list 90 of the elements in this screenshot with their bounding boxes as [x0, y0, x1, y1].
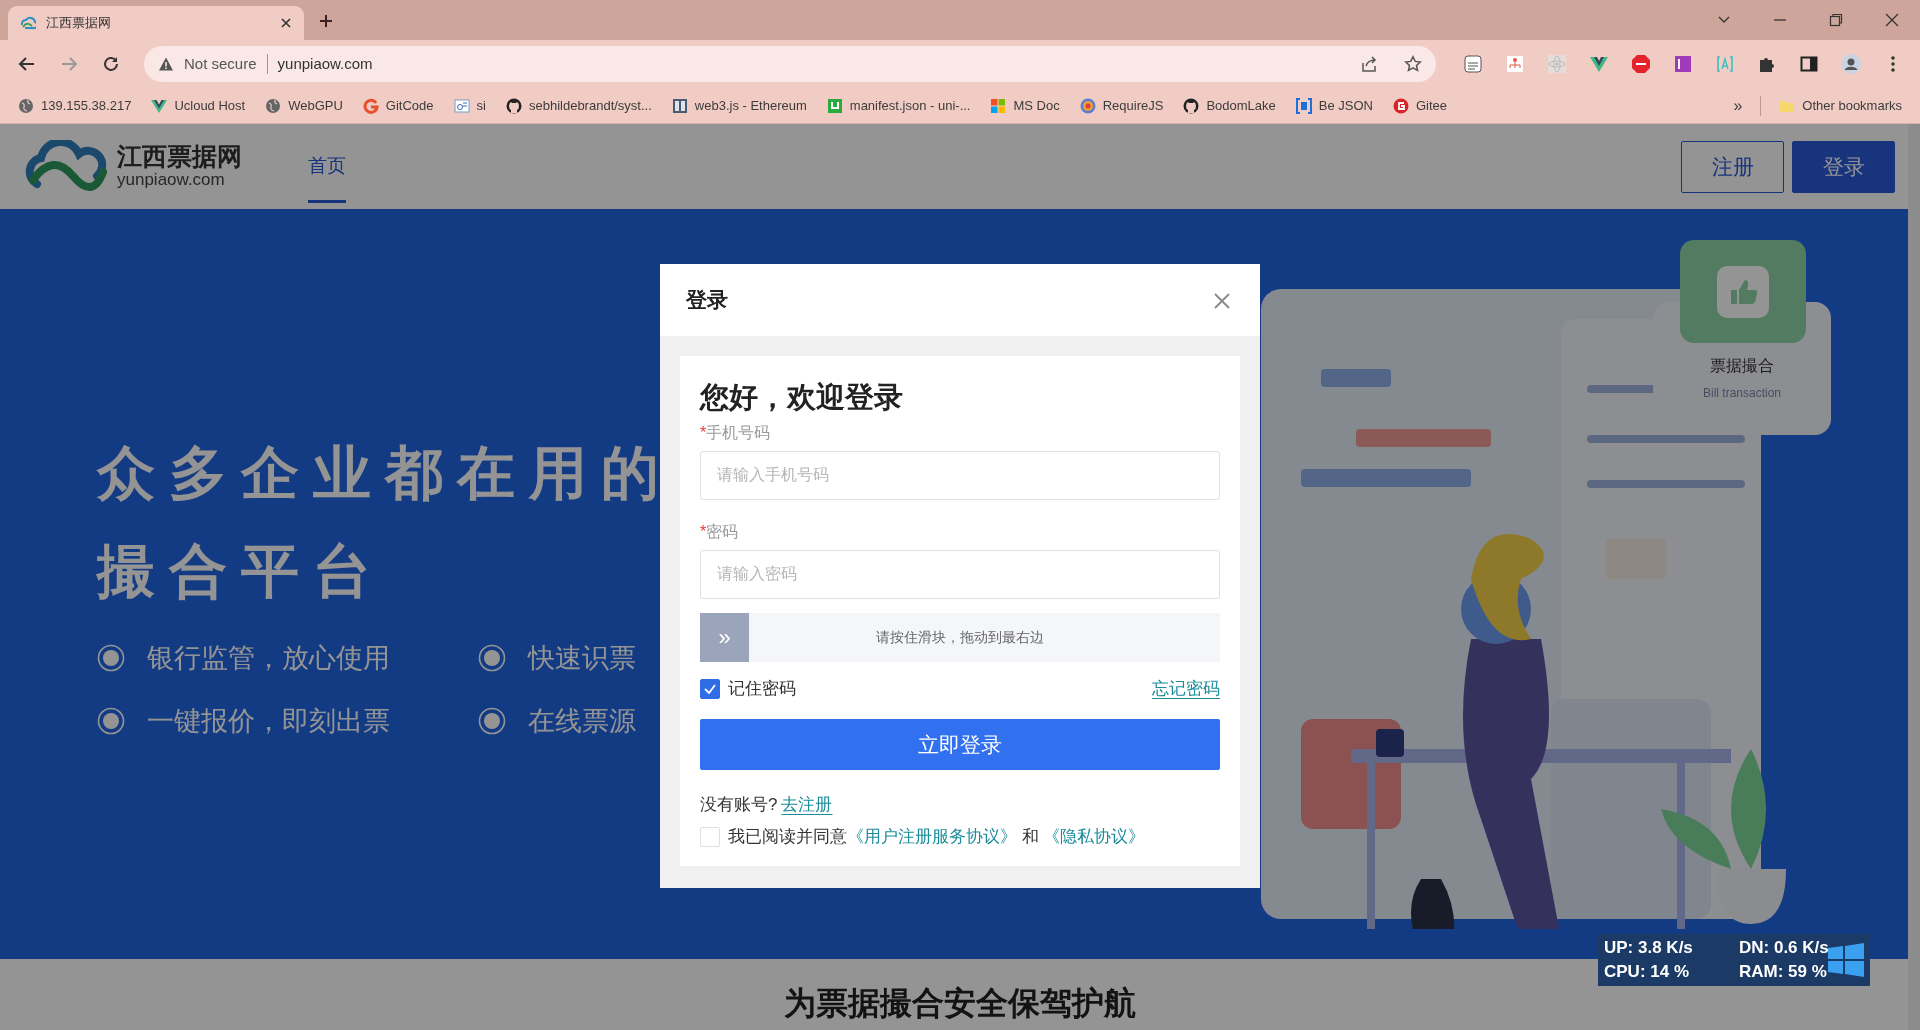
dialog-title: 登录 [686, 287, 728, 314]
monitor-reading: CPU: 14 % [1604, 961, 1691, 983]
slider-hint: 请按住滑块，拖动到最右边 [876, 627, 1044, 647]
thumbs-up-icon [1717, 265, 1769, 318]
radio-dot-icon [478, 706, 506, 735]
globe-icon [18, 97, 34, 114]
bookmark[interactable]: web3.js - Ethereum [663, 92, 815, 119]
square-icon[interactable] [1673, 54, 1693, 74]
bookmark[interactable]: Be JSON [1287, 92, 1381, 119]
feature-text: 银行监管，放心使用 [147, 642, 390, 675]
site-name: 江西票据网 [117, 143, 242, 171]
four-squares-icon [990, 97, 1007, 114]
register-prompt: 没有账号? [700, 794, 778, 817]
scrollbar[interactable] [1908, 124, 1920, 1030]
register-link[interactable]: 去注册 [781, 792, 833, 818]
v-shape-icon [151, 97, 168, 114]
close-icon[interactable] [1884, 12, 1900, 28]
privacy-link[interactable]: 《隐私协议》 [1043, 826, 1146, 846]
bookmark-folder[interactable]: Other bookmarks [1771, 92, 1910, 119]
plus-icon[interactable] [318, 12, 334, 29]
browser-tab[interactable]: 江西票据网 [8, 6, 304, 40]
bookmark[interactable]: 139.155.38.217 [10, 92, 140, 119]
bookmark[interactable]: Gitee [1385, 92, 1456, 119]
bookmark[interactable]: BodomLake [1175, 92, 1284, 119]
bookmark[interactable]: MS Doc [982, 92, 1068, 119]
radio-dot-icon [97, 644, 125, 673]
section-title: 为票据撮合安全保驾护航 [784, 985, 1136, 1021]
bookmark[interactable]: manifest.json - uni-... [818, 92, 979, 119]
feature-text: 快速识票 [528, 642, 636, 675]
more-bookmarks-button[interactable]: » [1725, 90, 1751, 121]
submit-button[interactable]: 立即登录 [700, 719, 1220, 771]
cloud-logo-icon [25, 139, 109, 194]
bookmark[interactable]: RequireJS [1071, 92, 1172, 119]
feature-text: 在线票源 [528, 704, 636, 738]
globe-icon [265, 97, 282, 114]
agreement-text: 我已阅读并同意《用户注册服务协议》 和 《隐私协议》 [728, 825, 1146, 848]
bookmark[interactable]: GitCode [354, 92, 442, 119]
window-logo-icon [1826, 940, 1866, 980]
close-icon[interactable] [280, 17, 292, 29]
slider-track[interactable]: » 请按住滑块，拖动到最右边 [700, 612, 1220, 662]
card-title: 票据撮合 [1709, 356, 1775, 376]
avatar-icon[interactable] [1841, 54, 1861, 74]
monitor-reading: RAM: 59 % [1739, 961, 1828, 983]
document-icon [453, 97, 470, 114]
site-logo-icon [20, 15, 36, 31]
warning-icon [158, 56, 174, 72]
restore-icon[interactable] [1828, 12, 1844, 28]
field-label: *手机号码 [700, 422, 772, 443]
radio-dot-icon [97, 706, 125, 735]
welcome-heading: 您好，欢迎登录 [700, 380, 904, 415]
radio-dot-icon [478, 644, 506, 673]
checkmark-icon [704, 683, 716, 694]
share-icon[interactable] [1360, 55, 1378, 73]
nav-link[interactable]: 首页 [308, 129, 346, 204]
star-icon[interactable] [1404, 55, 1422, 73]
bookmark[interactable]: Ucloud Host [143, 92, 254, 119]
bracket-icon [1295, 97, 1312, 114]
bookmark[interactable]: si [445, 92, 494, 119]
v-shape-icon[interactable] [1589, 54, 1609, 74]
octagon-icon[interactable] [1631, 54, 1651, 74]
input-field[interactable]: 请输入密码 [700, 549, 1220, 599]
card-subtitle: Bill transaction [1701, 385, 1782, 402]
bookmark[interactable]: sebhildebrandt/syst... [497, 92, 660, 119]
checkbox[interactable] [700, 678, 720, 699]
terms-link[interactable]: 《用户注册服务协议》 [847, 826, 1017, 846]
register-button[interactable]: 注册 [1681, 140, 1784, 193]
hero-title: 撮合平台 [97, 537, 385, 605]
hierarchy-icon[interactable] [1505, 54, 1525, 74]
hero-title: 众多企业都在用的 [97, 439, 673, 507]
arc-icon [362, 97, 379, 114]
input-field[interactable]: 请输入手机号码 [700, 450, 1220, 500]
reload-icon[interactable] [101, 54, 121, 74]
url-text: yunpiaow.com [277, 53, 373, 74]
circle-icon [1393, 97, 1409, 114]
document-icon[interactable] [1463, 54, 1483, 74]
monitor-reading: UP: 3.8 K/s [1604, 937, 1694, 959]
forgot-password-link[interactable]: 忘记密码 [1152, 675, 1220, 702]
feature-text: 一键报价，即刻出票 [147, 704, 390, 738]
field-label: *密码 [700, 521, 740, 542]
monitor-reading: DN: 0.6 K/s [1739, 937, 1830, 959]
target-icon [1079, 97, 1096, 114]
security-label: Not secure [184, 53, 257, 74]
side-panel-icon[interactable] [1799, 54, 1819, 74]
site-domain: yunpiaow.com [117, 170, 226, 190]
u-shape-icon [826, 97, 843, 114]
checkbox-label: 记住密码 [728, 677, 796, 700]
columns-icon [671, 97, 688, 114]
login-button[interactable]: 登录 [1792, 140, 1895, 193]
address-bar[interactable]: Not secure yunpiaow.com [144, 46, 1436, 82]
bookmark[interactable]: WebGPU [257, 92, 351, 119]
